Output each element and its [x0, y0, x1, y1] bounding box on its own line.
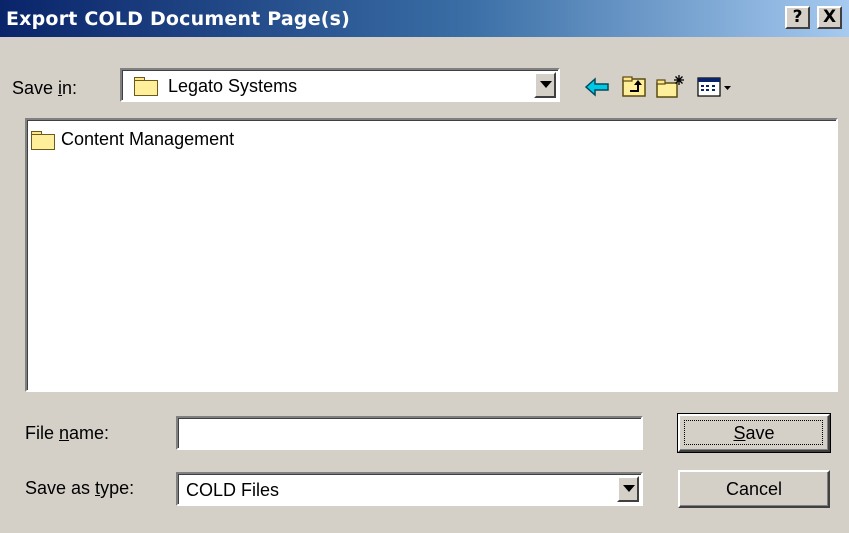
- export-dialog: Export COLD Document Page(s) ? X Save in…: [0, 0, 849, 533]
- up-one-level-icon[interactable]: [620, 74, 650, 100]
- chevron-down-icon[interactable]: [534, 72, 556, 98]
- close-button[interactable]: X: [817, 6, 842, 29]
- file-list[interactable]: Content Management: [25, 118, 838, 392]
- cancel-label: Cancel: [725, 479, 783, 499]
- back-arrow-icon[interactable]: [583, 74, 613, 100]
- help-button[interactable]: ?: [785, 6, 810, 29]
- title-bar[interactable]: Export COLD Document Page(s) ? X: [0, 0, 849, 37]
- file-name-field[interactable]: [176, 416, 643, 450]
- save-as-type-value: COLD Files: [186, 480, 280, 500]
- save-accel: S: [733, 423, 746, 443]
- list-item-label: Content Management: [61, 129, 235, 149]
- save-in-combobox[interactable]: Legato Systems: [120, 68, 560, 102]
- save-in-value: Legato Systems: [168, 76, 298, 96]
- save-button[interactable]: Save: [677, 413, 831, 453]
- create-new-folder-icon[interactable]: [655, 74, 685, 100]
- chevron-down-icon[interactable]: [617, 476, 639, 502]
- save-as-type-combobox[interactable]: COLD Files: [176, 472, 643, 506]
- file-name-label: File name:: [25, 423, 110, 443]
- view-menu-icon[interactable]: [696, 74, 736, 100]
- window-title: Export COLD Document Page(s): [6, 8, 351, 30]
- save-in-label: Save in:: [12, 78, 78, 98]
- save-label: ave: [745, 423, 775, 443]
- save-as-type-label: Save as type:: [25, 478, 135, 498]
- cancel-button[interactable]: Cancel: [678, 470, 830, 508]
